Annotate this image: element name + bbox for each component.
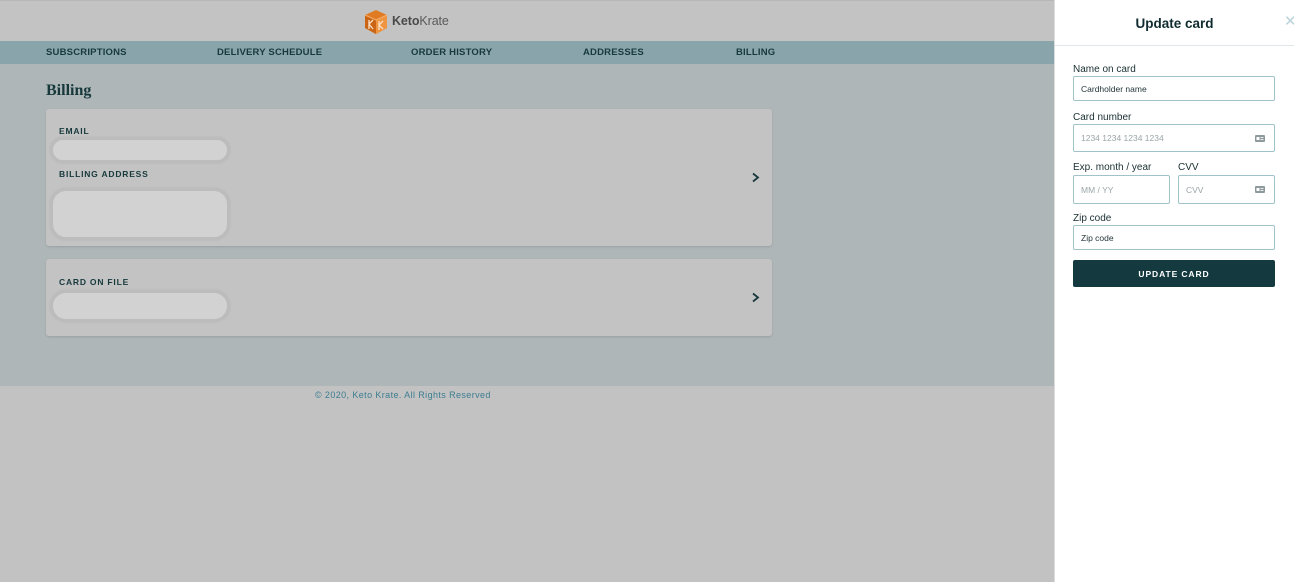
exp-input[interactable]: MM / YY	[1073, 175, 1170, 204]
zip-code-placeholder: Zip code	[1081, 232, 1114, 243]
panel-title: Update card	[1135, 16, 1214, 31]
nav-item-order-history[interactable]: ORDER HISTORY	[411, 47, 492, 58]
name-on-card-placeholder: Cardholder name	[1081, 83, 1147, 94]
exp-label: Exp. month / year	[1073, 162, 1152, 173]
panel-header: Update card ✕	[1055, 0, 1294, 46]
account-nav: SUBSCRIPTIONS DELIVERY SCHEDULE ORDER HI…	[0, 41, 1054, 64]
cvv-label: CVV	[1178, 162, 1199, 173]
footer-area	[0, 386, 1054, 582]
cvv-placeholder: CVV	[1186, 184, 1204, 195]
card-on-file-label: CARD ON FILE	[59, 277, 130, 287]
nav-item-subscriptions[interactable]: SUBSCRIPTIONS	[46, 47, 127, 58]
copyright-text: © 2020, Keto Krate. All Rights Reserved	[315, 390, 491, 400]
card-number-input[interactable]: 1234 1234 1234 1234	[1073, 124, 1275, 152]
email-label: EMAIL	[59, 126, 90, 136]
card-on-file-placeholder	[50, 290, 230, 322]
name-on-card-input[interactable]: Cardholder name	[1073, 76, 1275, 101]
nav-item-delivery-schedule[interactable]: DELIVERY SCHEDULE	[217, 47, 322, 58]
nav-item-billing[interactable]: BILLING	[736, 47, 775, 58]
update-card-panel: Update card ✕ Name on card Cardholder na…	[1054, 0, 1294, 582]
brand-name: KetoKrate	[392, 14, 449, 28]
main-content: Billing EMAIL BILLING ADDRESS CARD ON FI…	[0, 64, 1054, 386]
exp-placeholder: MM / YY	[1081, 184, 1114, 195]
chevron-right-icon[interactable]	[751, 292, 760, 303]
card-on-file-card[interactable]: CARD ON FILE	[46, 259, 772, 336]
card-number-label: Card number	[1073, 112, 1132, 123]
site-header: KetoKrate	[0, 0, 1054, 41]
chevron-right-icon[interactable]	[751, 172, 760, 183]
card-number-placeholder: 1234 1234 1234 1234	[1081, 133, 1164, 143]
email-placeholder	[50, 137, 230, 163]
billing-address-label: BILLING ADDRESS	[59, 169, 149, 179]
nav-item-addresses[interactable]: ADDRESSES	[583, 47, 644, 58]
update-card-button[interactable]: UPDATE CARD	[1073, 260, 1275, 287]
credit-card-icon	[1255, 186, 1265, 193]
cvv-input[interactable]: CVV	[1178, 175, 1275, 204]
zip-code-label: Zip code	[1073, 213, 1112, 224]
credit-card-icon	[1255, 135, 1265, 142]
close-icon[interactable]: ✕	[1284, 14, 1294, 29]
zip-code-input[interactable]: Zip code	[1073, 225, 1275, 250]
brand-logo[interactable]: KetoKrate	[363, 7, 449, 35]
billing-address-placeholder	[50, 188, 230, 240]
billing-details-card[interactable]: EMAIL BILLING ADDRESS	[46, 109, 772, 246]
page-title: Billing	[46, 82, 92, 99]
name-on-card-label: Name on card	[1073, 64, 1136, 75]
box-logo-icon	[363, 8, 388, 35]
